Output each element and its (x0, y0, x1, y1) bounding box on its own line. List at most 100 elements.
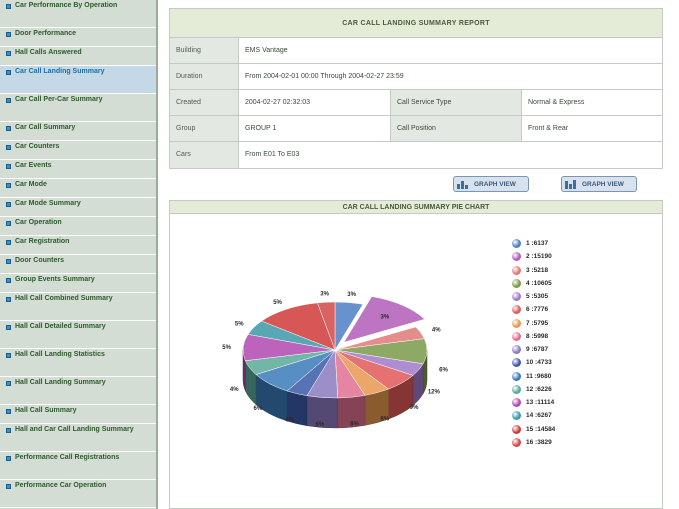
sidebar-item-hall-and-car-call-landing-summary[interactable]: Hall and Car Call Landing Summary (0, 424, 156, 452)
legend-value: 5998 (533, 332, 549, 340)
sidebar-item-car-registration[interactable]: Car Registration (0, 236, 156, 255)
pie-slice-label: 5% (273, 300, 282, 306)
bar-chart-icon (457, 179, 469, 189)
sidebar-item-car-counters[interactable]: Car Counters (0, 141, 156, 160)
legend-item: 3 :5218 (512, 264, 555, 277)
sidebar-item-hall-call-detailed-summary[interactable]: Hall Call Detailed Summary (0, 321, 156, 349)
nav-bullet-icon (6, 70, 11, 75)
sidebar-item-hall-calls-answered[interactable]: Hall Calls Answered (0, 47, 156, 66)
nav-bullet-icon (6, 297, 11, 302)
group-label: Group (170, 116, 239, 141)
sidebar-item-car-mode-summary[interactable]: Car Mode Summary (0, 198, 156, 217)
call-service-type-value: Normal & Express (528, 99, 585, 106)
column-chart-icon (565, 179, 577, 189)
pie-slice-label: 3% (381, 314, 390, 320)
sidebar-item-label: Car Mode Summary (15, 200, 81, 207)
nav-bullet-icon (6, 353, 11, 358)
nav-bullet-icon (6, 278, 11, 283)
call-service-type-label: Call Service Type (391, 90, 522, 115)
legend-item: 12 :6226 (512, 383, 555, 396)
created-label: Created (170, 90, 239, 115)
legend-value: 9680 (536, 372, 552, 380)
sidebar-item-label: Hall and Car Call Landing Summary (15, 426, 134, 433)
nav-bullet-icon (6, 164, 11, 169)
sidebar-item-car-performance-by-operation[interactable]: Car Performance By Operation (0, 0, 156, 28)
sidebar-item-hall-call-landing-summary[interactable]: Hall Call Landing Summary (0, 377, 156, 405)
sidebar-item-hall-call-summary[interactable]: Hall Call Summary (0, 405, 156, 424)
pie-chart: 3% 3% 4% 6% 12% 9% 8% 8% 6% 6% 6% 4% 5% 5% 5% 3% (222, 292, 449, 429)
legend-swatch (512, 252, 521, 262)
legend-swatch (512, 318, 521, 328)
legend-swatch (512, 384, 521, 394)
sidebar-item-car-events[interactable]: Car Events (0, 160, 156, 179)
graph-view-button[interactable]: GRAPH VIEW (453, 176, 529, 192)
legend-category: 16 (526, 438, 534, 446)
legend-swatch (512, 265, 521, 275)
sidebar-item-performance-call-registrations[interactable]: Performance Call Registrations (0, 452, 156, 480)
pie-chart-legend: 1 :6137 2 :15190 3 :5218 4 :10605 5 :5305 6 :… (512, 237, 555, 449)
legend-category: 15 (526, 425, 534, 433)
pie-slice-label: 6% (315, 422, 324, 428)
sidebar-item-door-counters[interactable]: Door Counters (0, 255, 156, 274)
sidebar-item-car-call-summary[interactable]: Car Call Summary (0, 122, 156, 141)
sidebar-item-car-call-per-car-summary[interactable]: Car Call Per-Car Summary (0, 94, 156, 122)
sidebar-item-label: Car Call Summary (15, 124, 76, 131)
sidebar-item-door-performance[interactable]: Door Performance (0, 28, 156, 47)
legend-item: 8 :5998 (512, 330, 555, 343)
nav-bullet-icon (6, 4, 11, 9)
sidebar-item-car-mode[interactable]: Car Mode (0, 179, 156, 198)
pie-slice-label: 8% (380, 416, 389, 422)
legend-value: 11114 (537, 399, 555, 407)
sidebar-item-car-call-landing-summary[interactable]: Car Call Landing Summary (0, 66, 156, 94)
nav-bullet-icon (6, 240, 11, 245)
sidebar-item-label: Hall Call Summary (15, 407, 77, 414)
nav-bullet-icon (6, 126, 11, 131)
pie-slice-label: 3% (347, 292, 356, 298)
legend-swatch (512, 331, 521, 341)
legend-item: 16 :3829 (512, 436, 555, 449)
legend-category: 11 (526, 372, 533, 380)
sidebar-item-car-operation[interactable]: Car Operation (0, 217, 156, 236)
building-value: EMS Vantage (245, 47, 288, 54)
pie-chart-panel: CAR CALL LANDING SUMMARY PIE CHART 3% 3% 4… (169, 200, 663, 509)
legend-category: 14 (526, 412, 534, 420)
sidebar-item-performance-car-operation[interactable]: Performance Car Operation (0, 480, 156, 508)
sidebar-item-label: Hall Call Landing Statistics (15, 351, 105, 358)
legend-value: 5795 (533, 319, 549, 327)
legend-swatch (512, 345, 521, 355)
duration-row: Duration From 2004-02-01 00:00 Through 2… (170, 64, 662, 90)
pie-slice-label: 6% (439, 368, 448, 374)
legend-swatch (512, 398, 521, 408)
nav-bullet-icon (6, 145, 11, 150)
sidebar-item-label: Hall Call Combined Summary (15, 295, 113, 302)
call-position-label: Call Position (391, 116, 522, 141)
sidebar-item-hall-call-landing-statistics[interactable]: Hall Call Landing Statistics (0, 349, 156, 377)
graph-view-button-2-label: GRAPH VIEW (582, 180, 624, 188)
legend-value: 15190 (533, 253, 552, 261)
legend-category: 12 (526, 385, 534, 393)
sidebar-item-label: Performance Call Registrations (15, 454, 120, 461)
sidebar-item-label: Car Call Landing Summary (15, 68, 105, 75)
cars-value: From E01 To E03 (245, 151, 300, 158)
sidebar-item-label: Performance Car Operation (15, 482, 107, 489)
group-row: Group GROUP 1 Call Position Front & Rear (170, 116, 662, 142)
nav-bullet-icon (6, 98, 11, 103)
legend-category: 10 (526, 359, 534, 367)
nav-bullet-icon (6, 428, 11, 433)
graph-view-button-2[interactable]: GRAPH VIEW (561, 176, 637, 192)
legend-item: 2 :15190 (512, 250, 555, 263)
pie-slice-label: 9% (410, 405, 419, 411)
created-row: Created 2004-02-27 02:32:03 Call Service… (170, 90, 662, 116)
cars-row: Cars From E01 To E03 (170, 142, 662, 168)
legend-value: 3829 (537, 438, 552, 446)
sidebar-item-hall-call-combined-summary[interactable]: Hall Call Combined Summary (0, 293, 156, 321)
sidebar-item-label: Group Events Summary (15, 276, 95, 283)
sidebar-item-label: Car Mode (15, 181, 47, 188)
pie-slice-label: 3% (320, 292, 329, 298)
legend-swatch (512, 278, 521, 288)
sidebar-item-label: Car Counters (15, 143, 60, 150)
legend-swatch (512, 371, 521, 381)
duration-label: Duration (170, 64, 239, 89)
call-position-value: Front & Rear (528, 125, 569, 132)
sidebar-item-group-events-summary[interactable]: Group Events Summary (0, 274, 156, 293)
